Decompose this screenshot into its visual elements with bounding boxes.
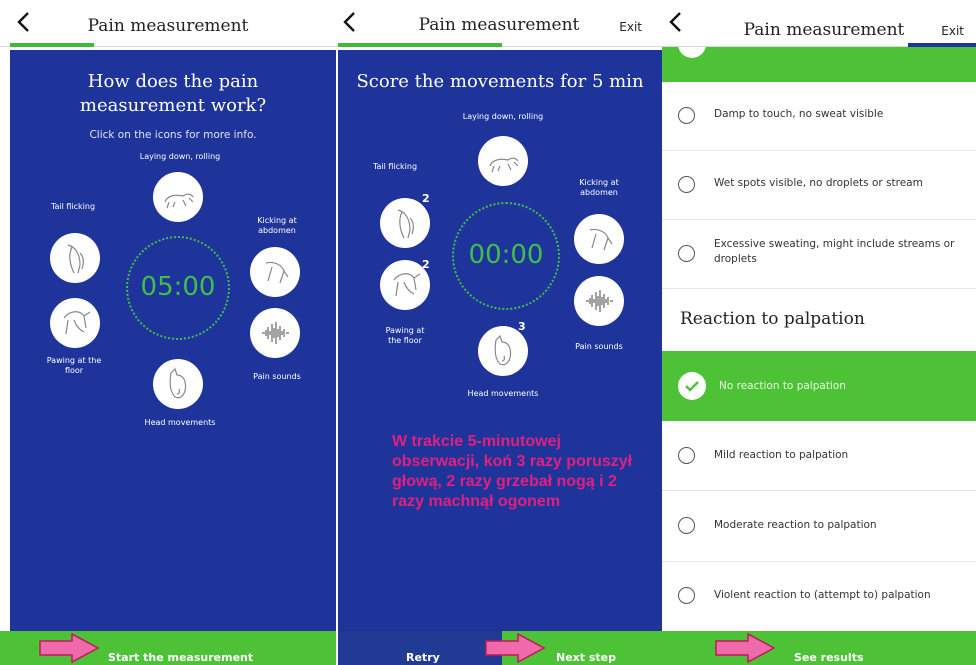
sweat-option[interactable]: Damp to touch, no sweat visible [662, 82, 976, 151]
pawing-button[interactable] [50, 298, 100, 348]
pink-arrow-icon [715, 632, 776, 664]
radio-button[interactable] [678, 447, 695, 464]
kicking-counter[interactable] [574, 214, 624, 264]
header: Pain measurement Exit [336, 0, 662, 47]
section-title: Reaction to palpation [680, 309, 865, 329]
option-label: Wet spots visible, no droplets or stream [714, 177, 923, 189]
tail-count-badge: 2 [422, 192, 430, 205]
progress-bar [338, 43, 502, 47]
label-sounds: Pain sounds [253, 372, 301, 381]
label-tail: Tail flicking [372, 162, 418, 171]
label-kicking: Kicking at abdomen [257, 216, 297, 235]
radio-button[interactable] [678, 587, 695, 604]
horse-kicking-icon [265, 261, 289, 284]
screen-questionnaire: Pain measurement Exit Damp to touch, no … [662, 0, 976, 665]
pawing-count-badge: 2 [422, 258, 430, 271]
option-label: Mild reaction to palpation [714, 449, 849, 461]
pain-sounds-counter[interactable] [574, 276, 624, 326]
palpation-option[interactable]: Moderate reaction to palpation [662, 491, 976, 562]
sweat-option[interactable]: Wet spots visible, no droplets or stream [662, 151, 976, 220]
kicking-button[interactable] [250, 247, 300, 297]
option-label: Damp to touch, no sweat visible [714, 108, 884, 120]
horse-tail-icon [397, 209, 414, 239]
horse-tail-icon [67, 244, 84, 274]
label-head: Head movements [467, 389, 539, 398]
horse-kicking-icon [589, 228, 613, 251]
horse-rolling-icon [164, 193, 194, 209]
progress-bar [908, 43, 976, 47]
progress-bar [10, 43, 94, 47]
head-movements-button[interactable] [153, 359, 203, 409]
tail-flicking-counter[interactable] [380, 198, 430, 248]
screen-intro: Pain measurement How does the pain measu… [0, 0, 336, 665]
header: Pain measurement [0, 0, 336, 47]
subheading: Click on the icons for more info. [89, 129, 257, 141]
page-title: Pain measurement [418, 15, 580, 35]
start-measurement-button[interactable]: Start the measurement [108, 651, 253, 664]
bottom-bar: See results [662, 631, 976, 665]
timer-display: 05:00 [140, 272, 216, 302]
sound-wave-icon [586, 290, 613, 312]
retry-button[interactable]: Retry [406, 651, 440, 664]
pink-arrow-icon [39, 632, 100, 664]
see-results-button[interactable]: See results [794, 651, 864, 664]
sound-wave-icon [262, 322, 289, 344]
timer-display: 00:00 [468, 240, 544, 270]
option-label: No reaction to palpation [719, 380, 846, 392]
head-movements-counter[interactable] [478, 326, 528, 376]
screen-scoring: Pain measurement Exit Score the movement… [336, 0, 662, 665]
tail-flicking-button[interactable] [50, 233, 100, 283]
heading: How does the pain measurement work? [79, 71, 267, 116]
palpation-option[interactable]: Mild reaction to palpation [662, 422, 976, 491]
timer-ring: 05:00 [126, 236, 230, 340]
radio-button[interactable] [678, 517, 695, 534]
intro-content: How does the pain measurement work? Clic… [10, 50, 336, 631]
label-sounds: Pain sounds [575, 342, 623, 351]
label-pawing: Pawing at the floor [385, 326, 425, 345]
check-icon [678, 372, 706, 400]
label-head: Head movements [144, 418, 216, 427]
exit-button[interactable]: Exit [619, 20, 642, 34]
pain-sounds-button[interactable] [250, 308, 300, 358]
head-count-badge: 3 [518, 320, 526, 333]
option-label: Excessive sweating, might include stream… [714, 238, 955, 265]
exit-button[interactable]: Exit [941, 24, 964, 38]
sweat-option[interactable]: Excessive sweating, might include stream… [662, 220, 976, 289]
timer-ring: 00:00 [452, 202, 560, 310]
horse-head-icon [169, 367, 187, 399]
header: Pain measurement Exit [662, 0, 976, 47]
annotation-text: W trakcie 5-minutowej obserwacji, koń 3 … [392, 433, 633, 510]
page-title: Pain measurement [743, 20, 905, 40]
radio-button[interactable] [678, 107, 695, 124]
pink-arrow-icon [485, 632, 546, 664]
radio-button[interactable] [678, 176, 695, 193]
horse-pawing-icon [63, 311, 91, 335]
label-laying: Laying down, rolling [139, 152, 221, 161]
next-step-button[interactable]: Next step [556, 651, 616, 664]
palpation-option[interactable]: Violent reaction to (attempt to) palpati… [662, 562, 976, 630]
page-title: Pain measurement [87, 16, 249, 36]
label-kicking: Kicking at abdomen [579, 178, 619, 197]
laying-down-counter[interactable] [478, 136, 528, 186]
palpation-option-selected[interactable]: No reaction to palpation [662, 351, 976, 421]
scoring-content: Score the movements for 5 min Laying dow… [338, 50, 662, 631]
horse-head-icon [494, 334, 512, 366]
laying-down-button[interactable] [153, 172, 203, 222]
option-label: Violent reaction to (attempt to) palpati… [714, 589, 931, 601]
radio-button[interactable] [678, 245, 695, 262]
heading: Score the movements for 5 min [356, 71, 644, 92]
label-pawing: Pawing at the floor [46, 356, 102, 375]
label-laying: Laying down, rolling [462, 112, 544, 121]
horse-rolling-icon [489, 157, 519, 173]
label-tail: Tail flicking [50, 202, 96, 211]
option-label: Moderate reaction to palpation [714, 519, 877, 531]
